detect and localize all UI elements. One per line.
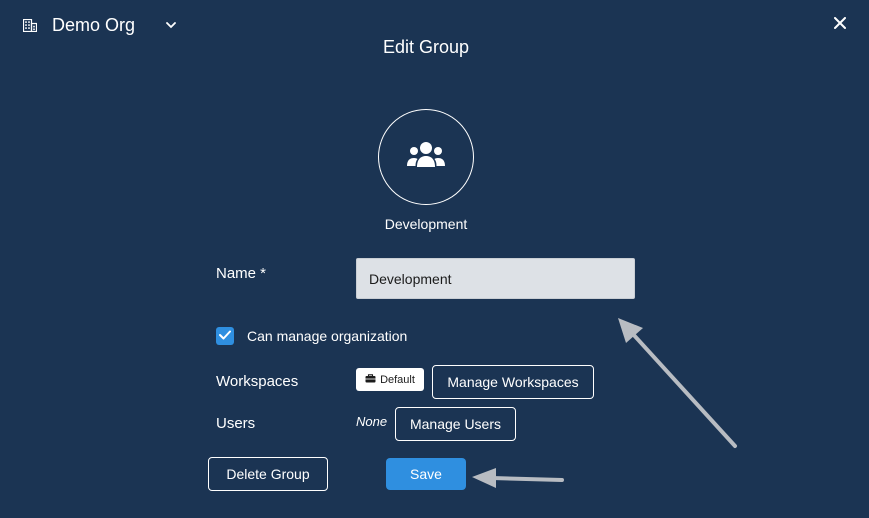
dialog-title: Edit Group [382, 37, 470, 57]
can-manage-organization-label: Can manage organization [247, 328, 408, 344]
users-label: Users [216, 415, 256, 432]
briefcase-icon [365, 373, 376, 386]
default-badge-label: Default [380, 373, 415, 386]
can-manage-organization-checkbox[interactable] [216, 327, 234, 345]
save-button[interactable]: Save [386, 458, 466, 490]
manage-users-button[interactable]: Manage Users [395, 407, 516, 441]
close-button[interactable] [826, 10, 854, 40]
users-group-icon [405, 140, 447, 175]
close-icon [834, 16, 846, 34]
group-display-name: Development [384, 216, 468, 232]
annotation-arrow-name-field [618, 318, 737, 448]
manage-workspaces-button[interactable]: Manage Workspaces [432, 365, 594, 399]
delete-group-button[interactable]: Delete Group [208, 457, 328, 491]
name-input[interactable] [356, 258, 635, 299]
checkmark-icon [219, 327, 231, 345]
name-label: Name * [216, 265, 267, 282]
annotation-arrow-save-button [472, 468, 564, 488]
org-name: Demo Org [52, 14, 136, 35]
group-avatar [378, 109, 474, 205]
workspaces-label: Workspaces [216, 373, 299, 390]
default-workspace-badge: Default [356, 368, 424, 391]
users-none-value: None [356, 414, 388, 429]
chevron-down-icon [163, 17, 179, 33]
